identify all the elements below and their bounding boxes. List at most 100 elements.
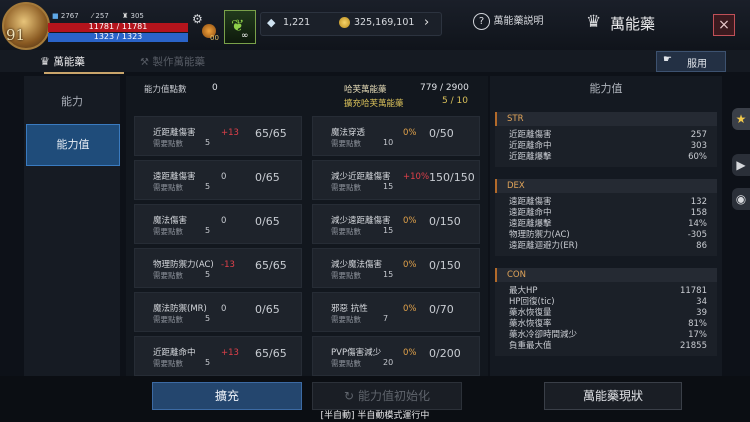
stat-card[interactable]: PVP傷害減少 需要點數 20 0% 0/200: [312, 336, 480, 376]
panacea-grid: 能力值點數 0 哈芙萬能藥 779 / 2900 擴充哈芙萬能藥 5 / 10 …: [126, 76, 488, 376]
stat-row-value: 11781: [679, 286, 707, 296]
stat-card-req-value: 15: [383, 226, 394, 235]
stat-card-name: PVP傷害減少: [331, 348, 382, 358]
tab-craft-panacea[interactable]: ⚒ 製作萬能藥: [140, 54, 205, 69]
stat-card[interactable]: 魔法防禦(MR) 需要點數 5 0 0/65: [134, 292, 302, 332]
infinity-icon: ∞: [241, 31, 249, 41]
stat-card-req-label: 需要點數: [331, 359, 361, 368]
stat-section-header: STR: [495, 112, 717, 126]
stat-row: 遠距離傷害 132: [495, 197, 717, 208]
stat-card-req-label: 需要點數: [153, 227, 183, 236]
stat-row-label: 負重最大值: [509, 341, 552, 351]
stat-card-req-label: 需要點數: [153, 139, 183, 148]
play-icon: ▶: [736, 158, 746, 172]
reset-stats-button[interactable]: ↻ 能力值初始化: [312, 382, 462, 410]
stat-card-bonus: 0%: [403, 128, 417, 138]
stat-card-bonus: +13: [221, 128, 239, 138]
stat-card[interactable]: 邪惡 抗性 需要點數 7 0% 0/70: [312, 292, 480, 332]
tab-panacea[interactable]: ♛ 萬能藥: [40, 54, 85, 69]
stat-card-req-value: 15: [383, 270, 394, 279]
stat-card-ratio: 0/50: [429, 127, 454, 140]
stat-armor: ♜ 305: [122, 12, 144, 20]
stat-card-req-label: 需要點數: [153, 183, 183, 192]
stat-card-ratio: 0/150: [429, 215, 461, 228]
stat-card-req-label: 需要點數: [331, 271, 361, 280]
crystal-icon: ◆: [267, 16, 276, 29]
stat-card-ratio: 150/150: [429, 171, 475, 184]
stat-row-label: 遠距離迴避力(ER): [509, 241, 578, 251]
side-play-button[interactable]: ▶: [732, 154, 750, 176]
stat-card[interactable]: 近距離命中 需要點數 5 +13 65/65: [134, 336, 302, 376]
stat-card-req-label: 需要點數: [331, 183, 361, 192]
hp-text: 11781 / 11781: [88, 22, 148, 31]
stat-card-req-label: 需要點數: [331, 227, 361, 236]
stat-card-name: 減少遠距離傷害: [331, 216, 391, 226]
panacea-status-button[interactable]: 萬能藥現狀: [544, 382, 682, 410]
stat-row-label: HP回復(tic): [509, 297, 555, 307]
gear-icon: ⚙: [192, 12, 203, 26]
stat-card-req-value: 5: [205, 314, 211, 323]
side-swirl-button[interactable]: ◉: [732, 188, 750, 210]
stat-row-label: 遠距離命中: [509, 208, 552, 218]
stat-row-label: 藥水恢復量: [509, 308, 552, 318]
stat-card[interactable]: 遠距離傷害 需要點數 5 0 0/65: [134, 160, 302, 200]
sidebar-item-ability[interactable]: 能力: [24, 82, 120, 122]
stat-card-name: 減少魔法傷害: [331, 260, 383, 270]
stat-card-ratio: 0/200: [429, 347, 461, 360]
stat-card-ratio: 65/65: [255, 347, 287, 360]
stat-card-name: 物理防禦力(AC): [153, 260, 214, 270]
stat-card-name: 魔法穿透: [331, 128, 366, 138]
stat-row-label: 物理防禦力(AC): [509, 230, 570, 240]
sidebar-item-stats[interactable]: 能力值: [26, 124, 120, 166]
stat-card[interactable]: 減少近距離傷害 需要點數 15 +10% 150/150: [312, 160, 480, 200]
stat-row-value: 60%: [688, 152, 707, 162]
help-button[interactable]: ? 萬能藥説明: [473, 12, 544, 30]
quick-item-slot[interactable]: ❦ ∞: [224, 10, 256, 44]
stat-card[interactable]: 近距離傷害 需要點數 5 +13 65/65: [134, 116, 302, 156]
gem-count: 1,221: [283, 17, 311, 28]
stat-attack: ■ 2767: [52, 12, 79, 20]
stat-row-value: 17%: [688, 330, 707, 340]
active-tab-indicator: [44, 72, 124, 74]
close-button[interactable]: ×: [713, 14, 735, 36]
stat-section: STR 近距離傷害 257 近距離命中 303 近距離爆擊 60%: [495, 112, 717, 167]
stat-card-req-value: 10: [383, 138, 394, 147]
stat-row: HP回復(tic) 34: [495, 297, 717, 308]
settings-slot[interactable]: ⚙ 00: [192, 12, 222, 44]
stat-card-req-label: 需要點數: [153, 315, 183, 324]
sidebar: 能力 能力值: [24, 76, 120, 376]
stat-row-label: 近距離命中: [509, 141, 552, 151]
armor-icon: ♜: [122, 12, 129, 20]
stat-card[interactable]: 減少魔法傷害 需要點數 15 0% 0/150: [312, 248, 480, 288]
stat-card-req-value: 15: [383, 182, 394, 191]
stat-card-name: 近距離傷害: [153, 128, 196, 138]
expand-value: 5 / 10: [442, 96, 468, 106]
stat-row: 物理防禦力(AC) -305: [495, 230, 717, 241]
shield-icon: ■: [52, 12, 59, 20]
chevron-right-icon[interactable]: ›: [424, 15, 429, 30]
stat-card[interactable]: 魔法穿透 需要點數 10 0% 0/50: [312, 116, 480, 156]
expand-button[interactable]: 擴充: [152, 382, 302, 410]
stat-card-bonus: 0%: [403, 304, 417, 314]
use-button[interactable]: ☛ 服用: [656, 51, 726, 72]
sword-icon: ⁄: [92, 12, 94, 20]
stat-card[interactable]: 物理防禦力(AC) 需要點數 5 -13 65/65: [134, 248, 302, 288]
stats-panel: 能力值 STR 近距離傷害 257 近距離命中 303 近距離爆擊 60% DEX 遠距離傷害 1…: [490, 76, 722, 376]
swirl-icon: ◉: [735, 192, 747, 206]
stat-row-value: 39: [696, 308, 707, 318]
stat-row: 近距離命中 303: [495, 141, 717, 152]
stat-card-ratio: 0/150: [429, 259, 461, 272]
stat-card[interactable]: 減少遠距離傷害 需要點數 15 0% 0/150: [312, 204, 480, 244]
stat-row-value: -305: [687, 230, 707, 240]
stat-card[interactable]: 魔法傷害 需要點數 5 0 0/65: [134, 204, 302, 244]
stat-card-bonus: -13: [221, 260, 235, 270]
stat-row-value: 34: [696, 297, 707, 307]
stat-row: 藥水冷卻時間減少 17%: [495, 330, 717, 341]
stat-card-name: 近距離命中: [153, 348, 196, 358]
hand-icon: ☛: [663, 54, 672, 65]
refresh-icon: ↻: [344, 389, 355, 403]
stat-row-value: 132: [690, 197, 707, 207]
expand-label: 擴充哈芙萬能藥: [344, 99, 404, 109]
stat-card-bonus: 0: [221, 172, 227, 182]
side-star-button[interactable]: ★: [732, 108, 750, 130]
